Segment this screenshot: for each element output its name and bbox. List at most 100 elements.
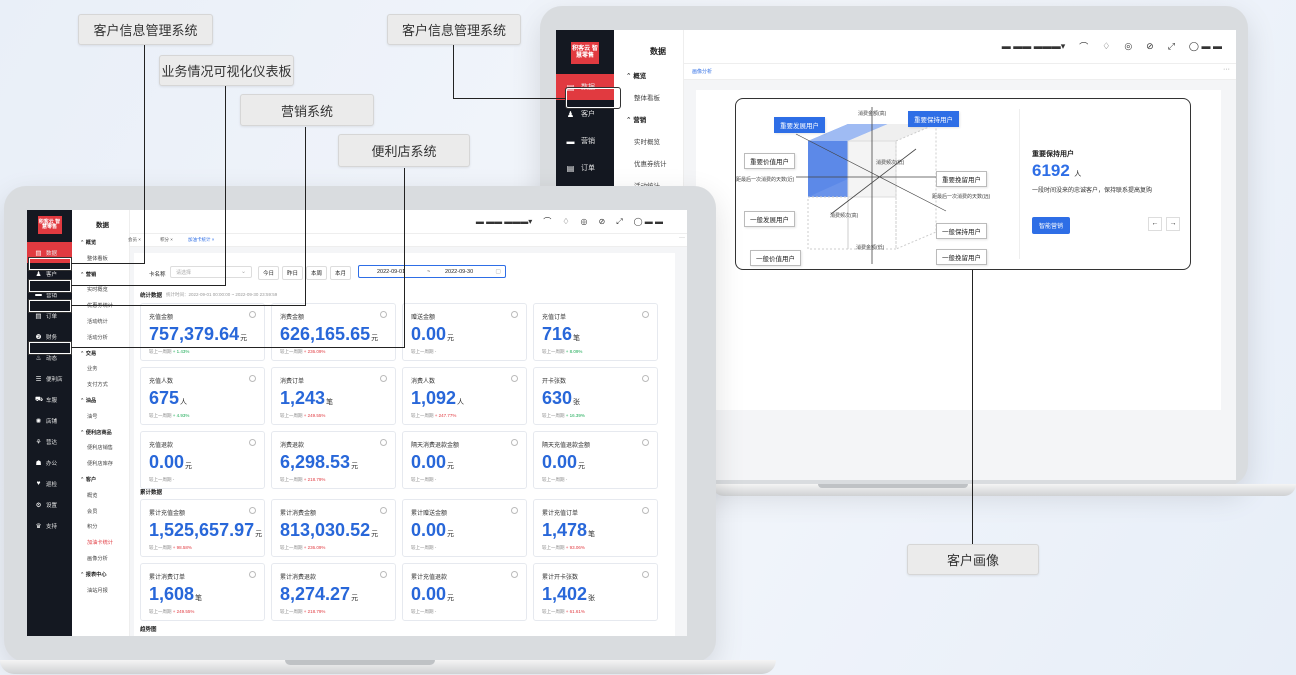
back-sidebar-item-3[interactable]: ▤ 订单 <box>556 155 614 181</box>
stat-compare-label: 较上一周期 <box>149 545 172 550</box>
front-submenu-item-5[interactable]: 活动统计 <box>72 315 129 331</box>
front-topbar-icon-3[interactable]: ◎ <box>581 217 588 226</box>
help-icon[interactable] <box>642 507 649 514</box>
quad-general-value[interactable]: 一般价值用户 <box>750 250 801 266</box>
tab-portrait-analysis[interactable]: 画像分析 <box>692 68 712 75</box>
back-topbar-icon-0[interactable]: ▬ ▬▬ ▬▬▬▾ <box>1002 41 1066 52</box>
help-icon[interactable] <box>511 375 518 382</box>
help-icon[interactable] <box>511 571 518 578</box>
help-icon[interactable] <box>249 507 256 514</box>
front-topbar-icon-5[interactable]: ⤢ <box>616 217 622 227</box>
quad-general-keep[interactable]: 一般保持用户 <box>936 223 987 239</box>
back-submenu-item-4[interactable]: 优惠券统计 <box>614 154 683 176</box>
front-tab-1[interactable]: 积分 × <box>160 237 173 243</box>
front-topbar-icon-2[interactable]: ♢ <box>562 217 569 226</box>
highlight-front-order <box>28 299 72 313</box>
front-sidebar-item-9[interactable]: ⚘ 营达 <box>27 431 72 452</box>
front-submenu-item-11[interactable]: 油号 <box>72 410 129 426</box>
quad-important-develop[interactable]: 重要发展用户 <box>774 117 825 133</box>
highlight-back-customer <box>565 87 621 109</box>
front-submenu-sec-7[interactable]: ⌃ 交易 <box>72 347 129 363</box>
front-tab-0[interactable]: 会员 × <box>128 237 141 243</box>
front-submenu-item-20[interactable]: 画像分析 <box>72 552 129 568</box>
front-submenu-item-6[interactable]: 活动分析 <box>72 331 129 347</box>
front-topbar-icon-4[interactable]: ⊘ <box>598 217 605 226</box>
help-icon[interactable] <box>380 507 387 514</box>
back-submenu-item-1[interactable]: 整体看板 <box>614 88 683 110</box>
front-submenu-item-4[interactable]: 优惠券统计 <box>72 299 129 315</box>
card-name-select[interactable]: 请选择 ⌄ <box>170 266 252 278</box>
quick-range-3[interactable]: 本月 <box>330 266 352 280</box>
help-icon[interactable] <box>380 439 387 446</box>
help-icon[interactable] <box>642 311 649 318</box>
back-topbar-icon-6[interactable]: ◯ ▬ ▬ <box>1189 41 1222 52</box>
front-submenu-item-19[interactable]: 加油卡统计 <box>72 536 129 552</box>
front-sidebar-item-13[interactable]: ♛ 支持 <box>27 515 72 536</box>
front-submenu-sec-10[interactable]: ⌃ 油品 <box>72 394 129 410</box>
help-icon[interactable] <box>380 311 387 318</box>
help-icon[interactable] <box>249 571 256 578</box>
back-submenu-sec-0[interactable]: ⌃ 概览 <box>614 66 683 88</box>
help-icon[interactable] <box>511 507 518 514</box>
front-submenu-sec-12[interactable]: ⌃ 便利店商品 <box>72 426 129 442</box>
stat-compare-label: 较上一周期 <box>542 349 565 354</box>
front-tab-2[interactable]: 加油卡统计 × <box>188 237 214 243</box>
front-submenu-item-22[interactable]: 油站月报 <box>72 584 129 600</box>
help-icon[interactable] <box>380 375 387 382</box>
next-button[interactable]: → <box>1166 217 1180 231</box>
front-submenu-item-13[interactable]: 便利店销售 <box>72 441 129 457</box>
front-sidebar-item-12[interactable]: ⚙ 设置 <box>27 494 72 515</box>
back-submenu-sec-2[interactable]: ⌃ 营销 <box>614 110 683 132</box>
front-more-menu[interactable]: ··· <box>679 235 685 241</box>
back-topbar-icon-4[interactable]: ⊘ <box>1146 41 1154 52</box>
front-submenu-sec-2[interactable]: ⌃ 营销 <box>72 268 129 284</box>
front-submenu-item-9[interactable]: 支付方式 <box>72 378 129 394</box>
front-sidebar-item-7[interactable]: ⛟ 车服 <box>27 389 72 410</box>
quick-range-1[interactable]: 昨日 <box>282 266 304 280</box>
front-topbar-icon-0[interactable]: ▬ ▬▬ ▬▬▬▾ <box>476 217 532 226</box>
front-topbar-icon-1[interactable]: ⌒ <box>543 216 551 227</box>
quick-range-2[interactable]: 本周 <box>306 266 328 280</box>
quad-important-keep[interactable]: 重要保持用户 <box>908 111 959 127</box>
front-submenu-item-1[interactable]: 整体看板 <box>72 252 129 268</box>
prev-button[interactable]: ← <box>1148 217 1162 231</box>
quick-range-0[interactable]: 今日 <box>258 266 280 280</box>
help-icon[interactable] <box>249 439 256 446</box>
front-sidebar-item-11[interactable]: ♥ 巡检 <box>27 473 72 494</box>
front-sidebar-icon-1: ♟ <box>35 270 42 278</box>
smart-marketing-button[interactable]: 智能营销 <box>1032 217 1071 234</box>
front-submenu-item-16[interactable]: 概览 <box>72 489 129 505</box>
back-sidebar-item-2[interactable]: ▬ 营销 <box>556 128 614 154</box>
back-topbar-icon-5[interactable]: ⤢ <box>1168 41 1175 52</box>
help-icon[interactable] <box>511 311 518 318</box>
help-icon[interactable] <box>642 375 649 382</box>
front-submenu-sec-0[interactable]: ⌃ 概览 <box>72 236 129 252</box>
back-submenu-item-3[interactable]: 实时概览 <box>614 132 683 154</box>
front-submenu-item-8[interactable]: 业务 <box>72 362 129 378</box>
back-topbar-icon-2[interactable]: ♢ <box>1102 41 1110 52</box>
help-icon[interactable] <box>380 571 387 578</box>
stat-title: 累计充值订单 <box>542 511 579 517</box>
front-submenu-item-14[interactable]: 便利店库存 <box>72 457 129 473</box>
front-topbar-icon-6[interactable]: ◯ ▬ ▬ <box>634 217 663 226</box>
front-submenu-sec-15[interactable]: ⌃ 客户 <box>72 473 129 489</box>
date-range-picker[interactable]: 2022-09-01 ~ 2022-09-30 ▢ <box>358 265 506 278</box>
front-sidebar-item-10[interactable]: ☗ 办公 <box>27 452 72 473</box>
quad-important-value[interactable]: 重要价值用户 <box>744 153 795 169</box>
quad-general-retain[interactable]: 一般挽留用户 <box>936 249 987 265</box>
front-submenu-item-17[interactable]: 会员 <box>72 505 129 521</box>
help-icon[interactable] <box>642 571 649 578</box>
more-menu[interactable]: ··· <box>1223 66 1230 73</box>
back-topbar-icon-1[interactable]: ⌒ <box>1079 40 1088 53</box>
help-icon[interactable] <box>249 311 256 318</box>
help-icon[interactable] <box>642 439 649 446</box>
front-sidebar-item-8[interactable]: ✺ 店铺 <box>27 410 72 431</box>
front-submenu-item-18[interactable]: 积分 <box>72 520 129 536</box>
back-topbar-icon-3[interactable]: ◎ <box>1124 41 1132 52</box>
help-icon[interactable] <box>511 439 518 446</box>
front-submenu-sec-21[interactable]: ⌃ 报表中心 <box>72 568 129 584</box>
quad-important-retain[interactable]: 重要挽留用户 <box>936 171 987 187</box>
help-icon[interactable] <box>249 375 256 382</box>
quad-general-develop[interactable]: 一般发展用户 <box>744 211 795 227</box>
front-sidebar-item-6[interactable]: ☰ 便利店 <box>27 368 72 389</box>
